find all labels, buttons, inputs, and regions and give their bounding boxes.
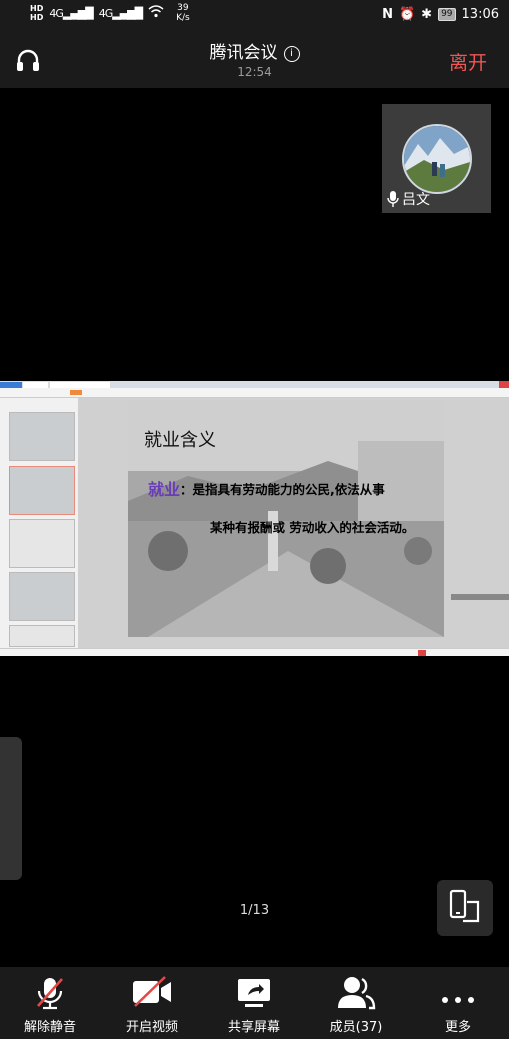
participant-name: 吕文	[402, 192, 430, 208]
net-speed-unit: K/s	[176, 13, 190, 23]
slide-thumbnail	[9, 625, 75, 647]
mic-icon	[387, 191, 399, 207]
status-left: HD HD 4G▂▄▆█ 4G▂▄▆█ 39 K/s	[30, 3, 190, 23]
app-status-indicator	[418, 650, 426, 656]
wifi-icon	[148, 4, 164, 22]
slide-title: 就业含义	[144, 430, 216, 451]
share-screen-icon	[238, 979, 270, 1007]
status-right: N ⏰ ✱ 99 13:06	[382, 7, 499, 22]
more-icon	[442, 997, 474, 1003]
signal-icon-2: 4G▂▄▆█	[98, 6, 143, 20]
network-type-2: 4G	[98, 6, 113, 20]
leave-button[interactable]: 离开	[449, 48, 487, 75]
app-tab-bar	[0, 381, 509, 388]
clock: 13:06	[461, 7, 499, 22]
start-video-button[interactable]: 开启视频	[102, 967, 202, 1039]
slide-thumbnail	[9, 572, 75, 621]
bottom-toolbar: 解除静音 开启视频 共享屏幕 成员(37) 更多	[0, 967, 509, 1039]
start-video-label: 开启视频	[125, 1020, 178, 1035]
members-label: 成员(37)	[329, 1020, 383, 1035]
members-icon	[338, 977, 376, 1010]
slide-definition-line-1: ：是指具有劳动能力的公民,依法从事	[180, 482, 385, 497]
shared-screen[interactable]: 就业含义 就业 ：是指具有劳动能力的公民,依法从事 某种有报酬或 劳动收入的社会…	[0, 381, 509, 656]
avatar	[402, 124, 472, 194]
slide-definition-line-2: 某种有报酬或 劳动收入的社会活动。	[210, 520, 415, 535]
participant-label: 吕文	[387, 189, 430, 209]
app-scrollbar	[451, 594, 509, 600]
info-icon[interactable]: i	[283, 46, 300, 62]
members-button[interactable]: 成员(37)	[306, 967, 406, 1039]
slide-thumbnail-panel	[0, 398, 78, 648]
phone-switch-icon	[449, 889, 480, 923]
unmute-label: 解除静音	[23, 1020, 76, 1035]
window-close-icon	[499, 381, 509, 388]
meeting-title-row[interactable]: 腾讯会议 i	[0, 38, 509, 63]
hd-label-1: HD	[30, 4, 44, 13]
side-drawer-handle[interactable]	[0, 737, 22, 880]
video-off-icon	[133, 976, 171, 1007]
slide-thumbnail	[9, 466, 75, 515]
slide-thumbnail	[9, 412, 75, 461]
network-type-1: 4G	[49, 6, 63, 20]
switch-device-button[interactable]	[437, 880, 493, 936]
net-speed: 39 K/s	[176, 3, 190, 23]
bluetooth-icon: ✱	[421, 7, 433, 22]
net-speed-value: 39	[177, 3, 189, 13]
hd-label-2: HD	[30, 13, 44, 22]
participant-tile[interactable]: 吕文	[382, 104, 491, 213]
app-status-bar	[0, 648, 509, 656]
slide-stage: 就业含义 就业 ：是指具有劳动能力的公民,依法从事 某种有报酬或 劳动收入的社会…	[78, 398, 509, 648]
nfc-icon: N	[382, 7, 393, 22]
ribbon-active-tab	[70, 390, 82, 395]
signal-icon-1: 4G▂▄▆█	[49, 6, 93, 20]
unmute-button[interactable]: 解除静音	[0, 967, 100, 1039]
slide-keyword: 就业	[148, 480, 181, 499]
status-bar: HD HD 4G▂▄▆█ 4G▂▄▆█ 39 K/s N ⏰ ✱ 99 13:0…	[0, 0, 509, 32]
meeting-duration: 12:54	[237, 65, 272, 79]
more-button[interactable]: 更多	[408, 967, 508, 1039]
hd-indicators: HD HD	[30, 4, 43, 22]
meeting-title: 腾讯会议	[209, 43, 278, 63]
slide: 就业含义 就业 ：是指具有劳动能力的公民,依法从事 某种有报酬或 劳动收入的社会…	[128, 401, 444, 637]
page-indicator: 1/13	[239, 903, 270, 918]
share-screen-label: 共享屏幕	[227, 1020, 280, 1035]
share-screen-button[interactable]: 共享屏幕	[204, 967, 304, 1039]
mic-muted-icon	[37, 978, 63, 1010]
app-ribbon	[0, 388, 509, 398]
more-label: 更多	[444, 1020, 471, 1035]
battery-icon: 99	[438, 8, 456, 21]
slide-thumbnail	[9, 519, 75, 568]
meeting-header: 腾讯会议 i 12:54 离开	[0, 32, 509, 88]
alarm-icon: ⏰	[398, 7, 416, 22]
